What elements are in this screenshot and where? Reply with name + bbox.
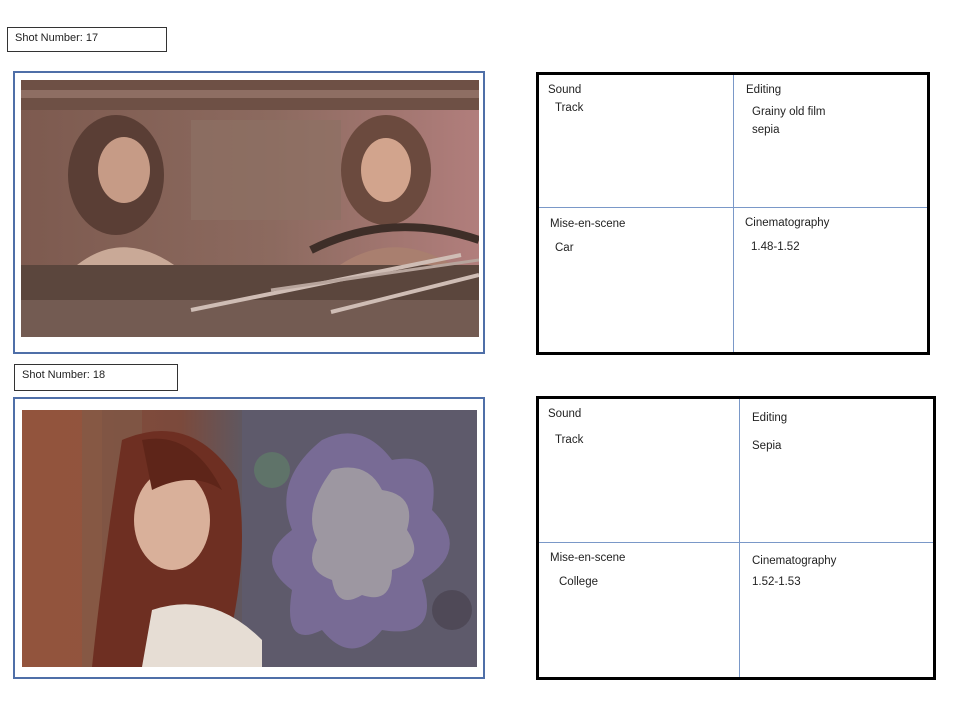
divider-horizontal — [539, 542, 933, 543]
divider-vertical — [739, 399, 740, 677]
divider-horizontal — [539, 207, 927, 208]
editing-heading: Editing — [752, 412, 788, 424]
sound-heading: Sound — [548, 408, 582, 420]
shot-18-analysis-table: Sound Track Editing Sepia Mise-en-scene … — [536, 396, 936, 680]
cinematography-heading: Cinematography — [745, 217, 830, 229]
shot-17-label-text: Shot Number: 17 — [15, 32, 99, 44]
sound-value: Track — [555, 434, 584, 446]
editing-heading: Editing — [746, 84, 782, 96]
mise-en-scene-heading: Mise-en-scene — [550, 218, 626, 230]
divider-vertical — [733, 75, 734, 352]
editing-value: Grainy old film sepia — [752, 106, 826, 136]
shot-17-still-image — [21, 80, 479, 337]
shot-18-label-text: Shot Number: 18 — [22, 369, 106, 381]
cinematography-heading: Cinematography — [752, 555, 837, 567]
shot-18-label: Shot Number: 18 — [14, 364, 178, 391]
cinematography-value: 1.52-1.53 — [752, 576, 801, 588]
sound-heading: Sound — [548, 84, 582, 96]
shot-17-analysis-table: Sound Track Editing Grainy old film sepi… — [536, 72, 930, 355]
mise-en-scene-value: Car — [555, 242, 574, 254]
mise-en-scene-heading: Mise-en-scene — [550, 552, 626, 564]
shot-17-frame — [13, 71, 485, 354]
shot-18-still-image — [22, 410, 477, 667]
sound-value: Track — [555, 102, 584, 114]
cinematography-value: 1.48-1.52 — [751, 241, 800, 253]
shot-18-frame — [13, 397, 485, 679]
mise-en-scene-value: College — [559, 576, 598, 588]
editing-value: Sepia — [752, 440, 782, 452]
shot-17-label: Shot Number: 17 — [7, 27, 167, 52]
